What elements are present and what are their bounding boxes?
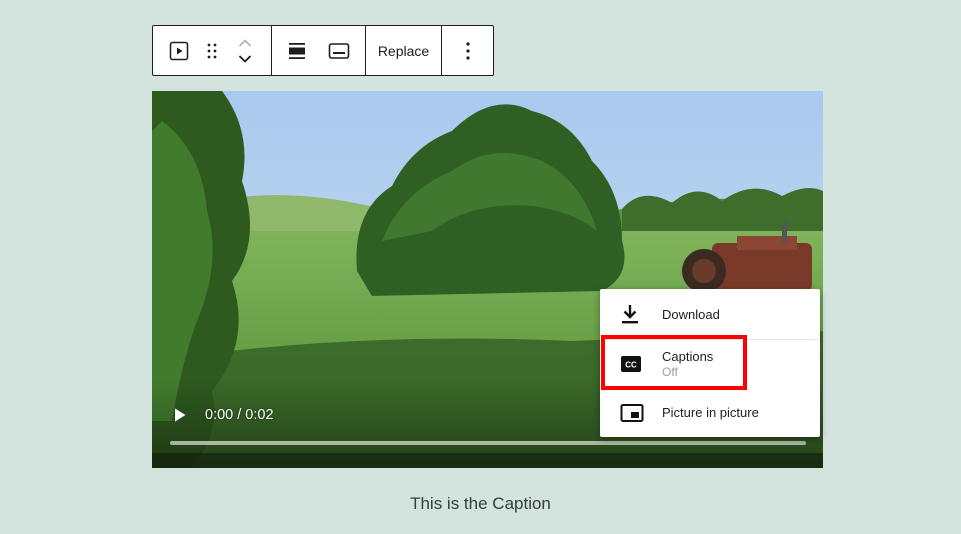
more-vertical-icon <box>465 41 470 60</box>
chevron-up-icon <box>238 38 252 47</box>
caption-icon <box>328 42 350 59</box>
play-icon <box>175 408 186 422</box>
toolbar-group-options <box>442 26 493 75</box>
drag-handle-icon <box>207 43 217 58</box>
captions-text: Captions Off <box>662 349 713 379</box>
video-caption[interactable]: This is the Caption <box>0 494 961 514</box>
block-movers <box>225 26 265 75</box>
move-down-button[interactable] <box>238 54 252 64</box>
video-options-menu: Download CC Captions Off Picture in pict… <box>600 289 820 437</box>
picture-in-picture-icon <box>620 403 644 422</box>
replace-button[interactable]: Replace <box>378 43 429 59</box>
chevron-down-icon <box>238 54 252 63</box>
progress-bar[interactable] <box>170 441 806 445</box>
download-icon <box>622 305 638 324</box>
closed-captions-icon: CC <box>621 356 641 372</box>
move-up-button[interactable] <box>238 38 252 48</box>
align-button[interactable] <box>272 26 322 75</box>
pip-label: Picture in picture <box>662 405 759 420</box>
caption-toggle-button[interactable] <box>322 26 356 75</box>
play-button[interactable] <box>172 407 188 423</box>
download-label: Download <box>662 306 720 322</box>
block-toolbar: Replace <box>152 25 494 76</box>
toolbar-group-block <box>153 26 272 75</box>
menu-item-download[interactable]: Download <box>600 289 820 340</box>
drag-handle[interactable] <box>205 26 219 75</box>
time-display: 0:00 / 0:02 <box>205 407 274 423</box>
more-options-button[interactable] <box>442 26 493 75</box>
toolbar-group-align <box>272 26 366 75</box>
align-wide-icon <box>289 42 305 59</box>
captions-state: Off <box>662 365 678 379</box>
video-block-icon <box>169 41 189 60</box>
svg-text:CC: CC <box>625 361 637 370</box>
menu-item-picture-in-picture[interactable]: Picture in picture <box>600 388 820 437</box>
menu-item-captions[interactable]: CC Captions Off <box>600 340 820 388</box>
toolbar-group-replace: Replace <box>366 26 442 75</box>
video-block-type-button[interactable] <box>153 26 205 75</box>
captions-label: Captions <box>662 349 714 364</box>
